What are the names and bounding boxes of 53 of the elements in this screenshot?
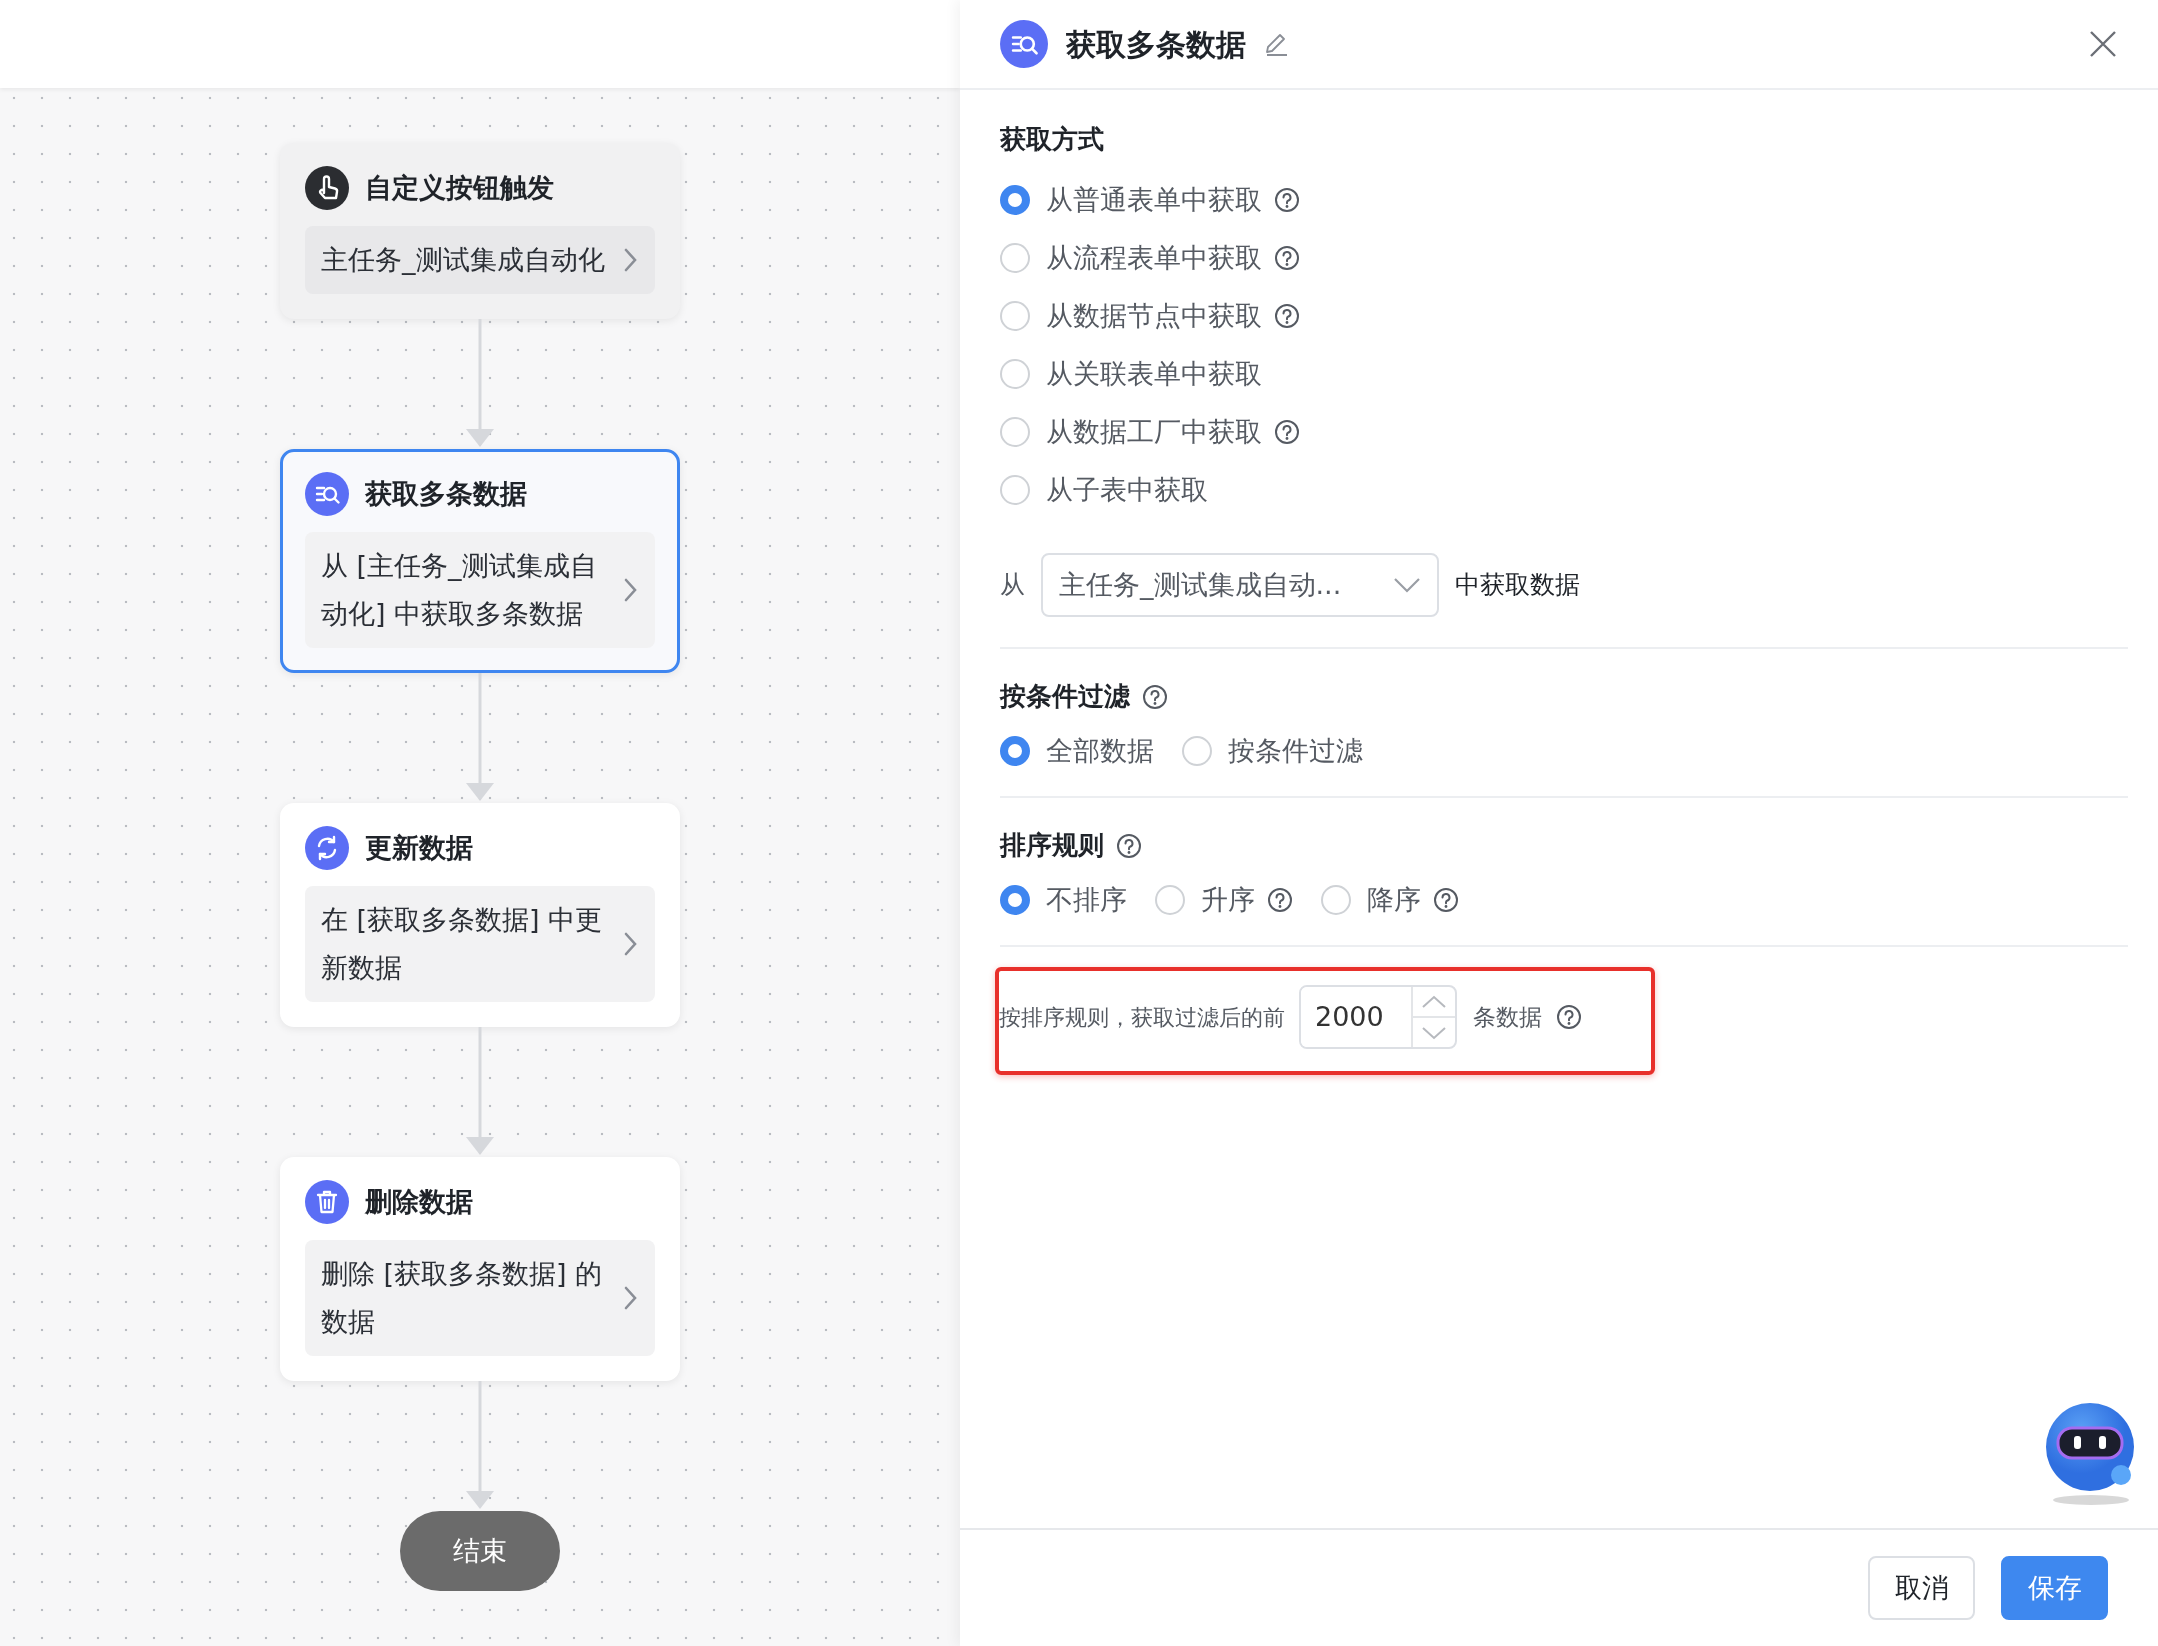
radio-label[interactable]: 从数据工厂中获取 xyxy=(1046,411,1262,453)
radio-label[interactable]: 从流程表单中获取 xyxy=(1046,237,1262,279)
chevron-right-icon xyxy=(622,930,639,958)
flow-node-card[interactable]: 删除数据 删除 [获取多条数据] 的数据 xyxy=(280,1157,680,1381)
flow-node-card[interactable]: 获取多条数据 从 [主任务_测试集成自动化] 中获取多条数据 xyxy=(280,449,680,673)
caret-up-icon xyxy=(1421,994,1447,1009)
node-title: 获取多条数据 xyxy=(365,476,527,511)
node-title: 更新数据 xyxy=(365,830,473,865)
save-button[interactable]: 保存 xyxy=(2001,1556,2108,1620)
radio-label[interactable]: 降序 xyxy=(1367,879,1421,921)
node-summary: 删除 [获取多条数据] 的数据 xyxy=(321,1257,604,1339)
form-select-field[interactable]: 主任务_测试集成自动... xyxy=(1041,553,1439,617)
radio-button[interactable] xyxy=(1000,885,1030,915)
node-summary: 主任务_测试集成自动化 xyxy=(321,243,606,277)
end-node[interactable]: 结束 xyxy=(400,1511,560,1591)
radio-button[interactable] xyxy=(1000,736,1030,766)
radio-label[interactable]: 从数据节点中获取 xyxy=(1046,295,1262,337)
pencil-icon xyxy=(1264,31,1288,57)
radio-label[interactable]: 升序 xyxy=(1201,879,1255,921)
limit-suffix: 条数据 xyxy=(1473,1002,1542,1032)
trash-icon xyxy=(305,1180,349,1224)
source-label: 从 xyxy=(1000,569,1025,602)
limit-label: 按排序规则，获取过滤后的前 xyxy=(999,1003,1285,1032)
panel-title: 获取多条数据 xyxy=(1066,25,1246,64)
flow-node-card[interactable]: 自定义按钮触发 主任务_测试集成自动化 xyxy=(280,143,680,319)
pointer-hand-icon xyxy=(305,166,349,210)
radio-label[interactable]: 按条件过滤 xyxy=(1228,730,1363,772)
chevron-right-icon xyxy=(622,246,639,274)
refresh-icon xyxy=(305,826,349,870)
chevron-right-icon xyxy=(622,576,639,604)
node-title: 删除数据 xyxy=(365,1184,473,1219)
node-title: 自定义按钮触发 xyxy=(365,170,554,205)
section-title: 获取方式 xyxy=(1000,123,1104,156)
list-search-icon xyxy=(305,472,349,516)
close-button[interactable] xyxy=(2088,29,2118,59)
chevron-down-icon xyxy=(1393,576,1421,594)
radio-label[interactable]: 从普通表单中获取 xyxy=(1046,179,1262,221)
section-title: 排序规则 xyxy=(1000,829,1104,862)
number-input-field[interactable]: 2000 xyxy=(1299,985,1457,1049)
list-search-icon xyxy=(1000,20,1048,68)
radio-label[interactable]: 全部数据 xyxy=(1046,730,1154,772)
radio-label[interactable]: 不排序 xyxy=(1046,879,1127,921)
radio-label[interactable]: 从关联表单中获取 xyxy=(1046,353,1262,395)
cancel-button[interactable]: 取消 xyxy=(1868,1556,1975,1620)
chevron-right-icon xyxy=(622,1284,639,1312)
radio-button[interactable] xyxy=(1000,185,1030,215)
node-summary: 从 [主任务_测试集成自动化] 中获取多条数据 xyxy=(321,549,598,631)
radio-label[interactable]: 从子表中获取 xyxy=(1046,469,1208,511)
flow-node-card[interactable]: 更新数据 在 [获取多条数据] 中更新数据 xyxy=(280,803,680,1027)
section-title: 按条件过滤 xyxy=(1000,680,1130,713)
source-suffix: 中获取数据 xyxy=(1455,569,1580,602)
node-summary: 在 [获取多条数据] 中更新数据 xyxy=(321,903,604,985)
caret-down-icon xyxy=(1421,1025,1447,1040)
